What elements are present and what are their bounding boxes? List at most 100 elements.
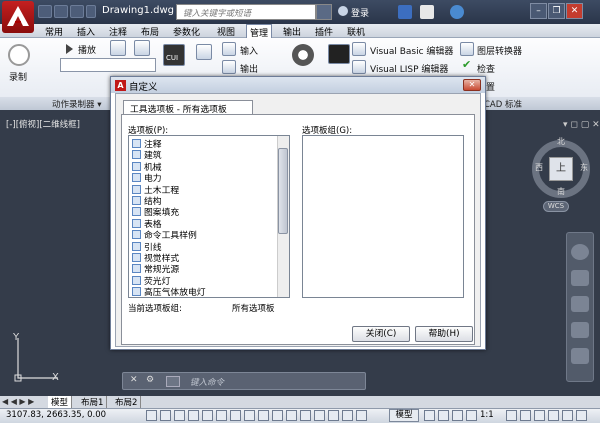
isolate-objects-icon[interactable] bbox=[576, 410, 587, 421]
vlisp-icon[interactable] bbox=[352, 60, 366, 74]
list-item[interactable]: 结构 bbox=[132, 194, 162, 207]
lineweight-icon[interactable] bbox=[272, 410, 283, 421]
check-icon[interactable]: ✔ bbox=[462, 58, 471, 71]
tab-layout1[interactable]: 布局1 bbox=[78, 396, 108, 408]
dialog-close-icon[interactable]: ✕ bbox=[463, 79, 481, 91]
import-icon[interactable] bbox=[222, 42, 236, 56]
annotation-scale-icon[interactable] bbox=[466, 410, 477, 421]
compass-east[interactable]: 东 bbox=[580, 162, 588, 173]
list-item[interactable]: 荧光灯 bbox=[132, 274, 170, 287]
3dosnap-icon[interactable] bbox=[216, 410, 227, 421]
list-item[interactable]: 视觉样式 bbox=[132, 251, 179, 264]
tab-home[interactable]: 常用 bbox=[42, 24, 66, 38]
zoom-icon[interactable] bbox=[571, 296, 589, 312]
play-label[interactable]: 播放 bbox=[78, 43, 96, 56]
close-dialog-button[interactable]: 关闭(C) bbox=[352, 326, 410, 342]
steering-wheel-icon[interactable] bbox=[571, 244, 589, 260]
drawing-quick-view-icon[interactable] bbox=[356, 410, 367, 421]
maximize-viewport-icon[interactable] bbox=[424, 410, 435, 421]
model-space-button[interactable]: 模型 bbox=[389, 409, 419, 422]
list-item[interactable]: 电力 bbox=[132, 171, 162, 184]
palettes-scroll-thumb[interactable] bbox=[278, 148, 288, 234]
connect-icon[interactable] bbox=[420, 5, 434, 19]
exchange-icon[interactable] bbox=[398, 5, 412, 19]
tab-layout2[interactable]: 布局2 bbox=[112, 396, 142, 408]
selection-cycling-icon[interactable] bbox=[314, 410, 325, 421]
snap-icon[interactable] bbox=[146, 410, 157, 421]
close-button[interactable]: ✕ bbox=[566, 3, 583, 19]
search-input[interactable]: 键入关键字或短语 bbox=[176, 4, 316, 20]
tab-tool-palettes[interactable]: 工具选项板 - 所有选项板 bbox=[123, 100, 253, 115]
hardware-acceleration-icon[interactable] bbox=[562, 410, 573, 421]
command-line[interactable] bbox=[122, 372, 366, 390]
compass-south[interactable]: 南 bbox=[557, 186, 565, 197]
tab-view[interactable]: 视图 bbox=[214, 24, 238, 38]
lock-icon[interactable] bbox=[548, 410, 559, 421]
tab-plugins[interactable]: 插件 bbox=[312, 24, 336, 38]
tab-annotate[interactable]: 注释 bbox=[106, 24, 130, 38]
tab-output[interactable]: 输出 bbox=[280, 24, 304, 38]
vba-run-icon[interactable] bbox=[328, 44, 350, 64]
qa-dropdown-icon[interactable] bbox=[86, 5, 96, 18]
application-menu-button[interactable] bbox=[2, 1, 34, 33]
tab-manage[interactable]: 管理 bbox=[246, 24, 273, 39]
play-icon[interactable] bbox=[66, 44, 73, 54]
cmd-recent-icon[interactable] bbox=[166, 376, 180, 387]
list-item[interactable]: 高压气体放电灯 bbox=[132, 285, 206, 297]
annotation-visibility-icon[interactable] bbox=[506, 410, 517, 421]
dialog-title-bar[interactable]: A 自定义 ✕ bbox=[111, 77, 485, 93]
tab-insert[interactable]: 插入 bbox=[74, 24, 98, 38]
polar-icon[interactable] bbox=[188, 410, 199, 421]
macro-icon-1[interactable] bbox=[110, 40, 126, 56]
pan-icon[interactable] bbox=[571, 270, 589, 286]
otrack-icon[interactable] bbox=[230, 410, 241, 421]
cmd-close-icon[interactable]: ✕ bbox=[130, 375, 138, 385]
compass-west[interactable]: 西 bbox=[535, 162, 543, 173]
record-label[interactable]: 录制 bbox=[9, 70, 27, 83]
macro-dropdown[interactable] bbox=[60, 58, 156, 72]
search-icon[interactable] bbox=[316, 4, 332, 20]
tab-model[interactable]: 模型 bbox=[48, 396, 73, 408]
login-link[interactable]: 登录 bbox=[351, 6, 369, 19]
osnap-icon[interactable] bbox=[202, 410, 213, 421]
annotation-scale[interactable]: 1:1 bbox=[480, 410, 494, 420]
vba-icon[interactable] bbox=[352, 42, 366, 56]
command-input[interactable]: 键入命令 bbox=[190, 376, 224, 388]
tab-layout[interactable]: 布局 bbox=[138, 24, 162, 38]
list-item[interactable]: 注释 bbox=[132, 137, 162, 150]
layer-translator-icon[interactable] bbox=[460, 42, 474, 56]
viewcube-top[interactable]: 上 bbox=[549, 157, 573, 181]
compass-north[interactable]: 北 bbox=[557, 136, 565, 147]
layer-translator-label[interactable]: 图层转换器 bbox=[477, 44, 522, 57]
macro-icon-2[interactable] bbox=[134, 40, 150, 56]
qa-open-icon[interactable] bbox=[54, 5, 68, 18]
palette-groups-tree[interactable] bbox=[302, 135, 464, 298]
tab-parametric[interactable]: 参数化 bbox=[170, 24, 203, 38]
wcs-menu[interactable]: WCS bbox=[543, 201, 569, 212]
ortho-icon[interactable] bbox=[174, 410, 185, 421]
list-item[interactable]: 引线 bbox=[132, 240, 162, 253]
viewport-label[interactable]: [-][俯视][二维线框] bbox=[6, 118, 80, 130]
check-label[interactable]: 检查 bbox=[477, 62, 495, 75]
restore-button[interactable]: ❐ bbox=[548, 3, 565, 19]
tab-online[interactable]: 联机 bbox=[344, 24, 368, 38]
user-icon[interactable] bbox=[338, 6, 348, 16]
layout-nav-icon[interactable]: ◀ ◀ ▶ ▶ bbox=[2, 397, 34, 406]
import-label[interactable]: 输入 bbox=[240, 44, 258, 57]
transparency-icon[interactable] bbox=[286, 410, 297, 421]
ducs-icon[interactable] bbox=[244, 410, 255, 421]
application-gear-icon[interactable] bbox=[292, 44, 314, 66]
qa-new-icon[interactable] bbox=[38, 5, 52, 18]
list-item[interactable]: 土木工程 bbox=[132, 183, 179, 196]
list-item[interactable]: 常规光源 bbox=[132, 262, 179, 275]
layout-quick-view-icon[interactable] bbox=[342, 410, 353, 421]
dyn-icon[interactable] bbox=[258, 410, 269, 421]
quick-properties-icon[interactable] bbox=[300, 410, 311, 421]
orbit-icon[interactable] bbox=[571, 322, 589, 338]
list-item[interactable]: 表格 bbox=[132, 217, 162, 230]
panel-title-macro[interactable]: 动作录制器 ▾ bbox=[52, 98, 101, 110]
vlisp-editor-label[interactable]: Visual LISP 编辑器 bbox=[370, 62, 448, 75]
annotation-monitor-icon[interactable] bbox=[328, 410, 339, 421]
grid-icon[interactable] bbox=[160, 410, 171, 421]
help-dialog-button[interactable]: 帮助(H) bbox=[415, 326, 473, 342]
